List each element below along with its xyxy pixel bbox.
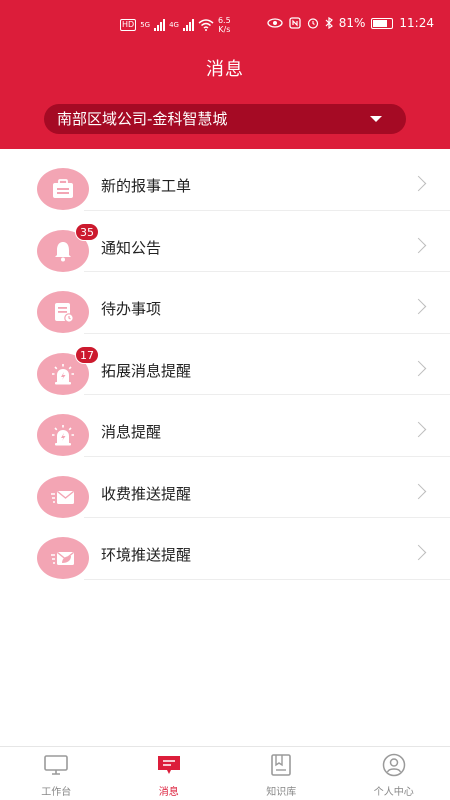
unread-count-badge: 17 [75, 345, 99, 364]
network-5g-label: 5G [140, 21, 151, 29]
alarm-icon [307, 18, 318, 29]
list-item[interactable]: 消息提醒 [0, 395, 450, 457]
org-select[interactable]: 南部区域公司-金科智慧城 [44, 104, 406, 134]
nfc-icon [289, 17, 301, 29]
chevron-right-icon [410, 483, 427, 499]
list-item[interactable]: 35 通知公告 [0, 211, 450, 272]
briefcase-icon [37, 168, 89, 210]
list-item[interactable]: 新的报事工单 [0, 149, 450, 211]
list-item[interactable]: 17 拓展消息提醒 [0, 334, 450, 395]
message-category-list: 新的报事工单 35 通知公告 待办事项 17 拓展消息提醒 消息提醒 收费推送提醒 环境推送提醒 [0, 149, 450, 580]
list-item-label: 环境推送提醒 [101, 546, 192, 564]
tab-label: 知识库 [266, 787, 297, 798]
page-title: 消息 [206, 59, 244, 80]
list-item-label: 拓展消息提醒 [101, 361, 192, 380]
caret-down-icon [370, 116, 382, 122]
signal-icon-2 [182, 19, 194, 31]
status-bar: HD 5G 4G 6.5 K/s 81% 11:24 [0, 12, 450, 40]
list-item-label: 通知公告 [101, 238, 162, 257]
chevron-right-icon [410, 544, 427, 561]
speed-value: 6.5 [217, 16, 231, 25]
tab-label: 个人中心 [373, 787, 414, 798]
chevron-right-icon [410, 360, 427, 376]
tab-label: 消息 [158, 787, 179, 798]
tab-monitor[interactable]: 工作台 [0, 747, 113, 800]
book-icon [268, 753, 294, 783]
signal-icon [154, 19, 166, 31]
bottom-tab-bar: 工作台 消息 知识库 个人中心 [0, 746, 450, 800]
chevron-right-icon [410, 237, 427, 253]
message-icon [156, 753, 182, 783]
envelope-icon [37, 475, 89, 518]
speed-unit: K/s [218, 25, 231, 34]
tab-book[interactable]: 知识库 [225, 747, 338, 800]
chevron-right-icon [410, 175, 427, 192]
unread-count-badge: 35 [75, 222, 99, 241]
list-item[interactable]: 待办事项 [0, 272, 450, 334]
list-item-label: 收费推送提醒 [101, 484, 192, 503]
tab-message[interactable]: 消息 [113, 747, 226, 800]
eye-icon [267, 18, 283, 28]
list-item[interactable]: 收费推送提醒 [0, 457, 450, 518]
clock: 11:24 [399, 16, 434, 30]
network-4g-label: 4G [169, 21, 179, 29]
bluetooth-icon [325, 17, 333, 29]
list-item[interactable]: 环境推送提醒 [0, 518, 450, 580]
battery-percent: 81% [338, 16, 366, 30]
list-item-label: 待办事项 [101, 300, 162, 318]
chevron-right-icon [410, 421, 427, 438]
alarm-light-icon [37, 414, 89, 456]
divider [84, 578, 450, 580]
envelope-leaf-icon [37, 537, 89, 579]
org-select-value: 南部区域公司-金科智慧城 [57, 110, 228, 128]
document-clock-icon [37, 291, 89, 333]
hd-indicator: HD [120, 19, 137, 31]
wifi-icon [198, 19, 214, 31]
tab-label: 工作台 [41, 787, 72, 798]
list-item-label: 新的报事工单 [101, 177, 192, 195]
header: HD 5G 4G 6.5 K/s 81% 11:24 消息 南部区域公司-金科智慧… [0, 0, 450, 149]
battery-icon [371, 17, 394, 29]
chevron-right-icon [410, 298, 427, 315]
list-item-label: 消息提醒 [101, 423, 162, 441]
tab-user[interactable]: 个人中心 [338, 747, 450, 800]
user-icon [381, 753, 407, 783]
network-speed: 6.5 K/s [218, 16, 231, 34]
monitor-icon [43, 753, 69, 783]
